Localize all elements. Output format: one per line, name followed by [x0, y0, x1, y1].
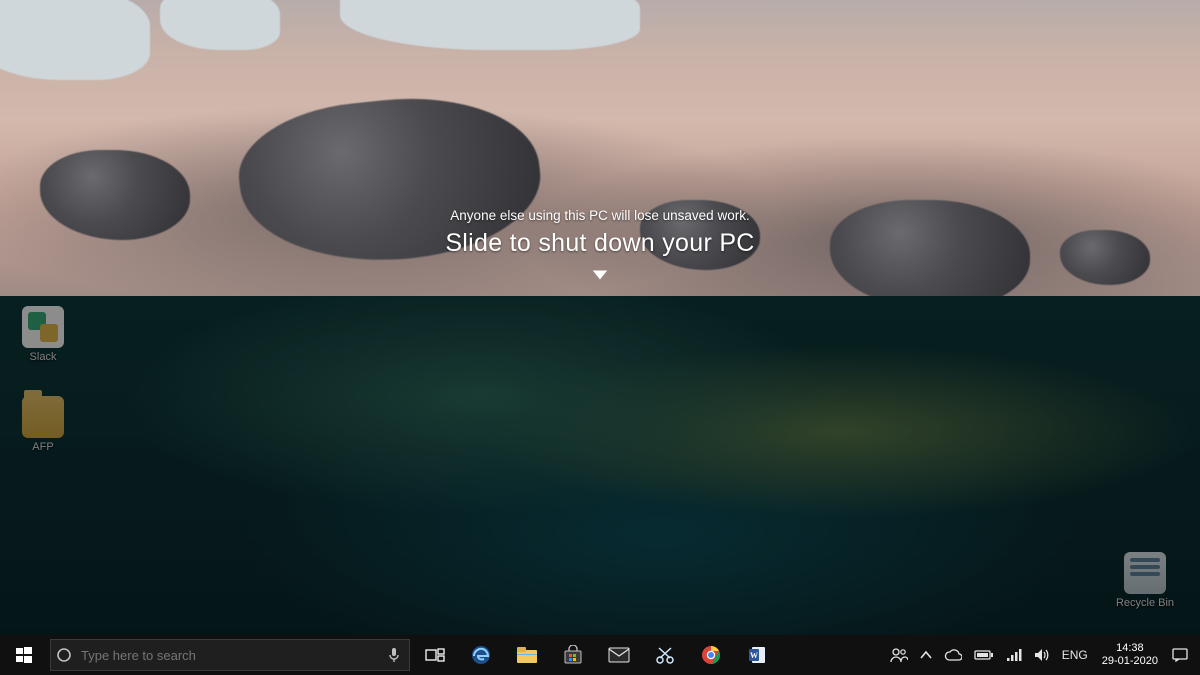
- word-button[interactable]: W: [734, 635, 780, 675]
- chrome-icon: [701, 645, 721, 665]
- desktop-icon-slack[interactable]: Slack: [10, 306, 76, 363]
- slack-icon: [22, 306, 64, 348]
- people-icon: [890, 647, 908, 663]
- tray-time: 14:38: [1116, 642, 1144, 655]
- system-tray: ENG 14:38 29-01-2020: [884, 635, 1200, 675]
- search-input[interactable]: [77, 640, 379, 670]
- mail-icon: [608, 647, 630, 663]
- chrome-button[interactable]: [688, 635, 734, 675]
- mail-button[interactable]: [596, 635, 642, 675]
- dim-overlay: [0, 296, 1200, 635]
- word-icon: W: [747, 645, 767, 665]
- taskbar: W: [0, 635, 1200, 675]
- file-explorer-icon: [516, 646, 538, 664]
- task-view-button[interactable]: [412, 635, 458, 675]
- tray-onedrive[interactable]: [938, 649, 968, 661]
- taskbar-search[interactable]: [50, 639, 410, 671]
- decorative-rock: [40, 150, 190, 240]
- windows-icon: [16, 647, 32, 663]
- task-view-icon: [425, 647, 445, 663]
- taskbar-pinned-apps: W: [412, 635, 780, 675]
- notification-icon: [1172, 648, 1188, 662]
- cloud-icon: [944, 649, 962, 661]
- decorative-rock: [830, 200, 1030, 310]
- edge-icon: [470, 644, 492, 666]
- snip-button[interactable]: [642, 635, 688, 675]
- tray-battery[interactable]: [968, 649, 1000, 661]
- folder-icon: [22, 396, 64, 438]
- desktop-icon-label: Slack: [10, 351, 76, 363]
- desktop[interactable]: Slack AFP Recycle Bin: [0, 296, 1200, 635]
- file-explorer-button[interactable]: [504, 635, 550, 675]
- decorative-rock: [160, 0, 280, 50]
- tray-language[interactable]: ENG: [1056, 648, 1094, 662]
- slide-to-shutdown-panel[interactable]: Anyone else using this PC will lose unsa…: [0, 0, 1200, 296]
- snip-icon: [655, 645, 675, 665]
- cortana-icon: [51, 647, 77, 663]
- shutdown-title-text: Slide to shut down your PC: [445, 229, 754, 258]
- desktop-icon-label: AFP: [10, 441, 76, 453]
- tray-overflow[interactable]: [914, 650, 938, 660]
- edge-button[interactable]: [458, 635, 504, 675]
- chevron-up-icon: [920, 650, 932, 660]
- tray-network[interactable]: [1000, 648, 1028, 662]
- desktop-icon-recycle-bin[interactable]: Recycle Bin: [1112, 552, 1178, 609]
- decorative-rock: [0, 0, 150, 80]
- recycle-bin-icon: [1124, 552, 1166, 594]
- tray-date: 29-01-2020: [1102, 655, 1158, 668]
- microphone-icon[interactable]: [379, 647, 409, 663]
- shutdown-warning-text: Anyone else using this PC will lose unsa…: [450, 208, 749, 223]
- action-center-button[interactable]: [1166, 648, 1194, 662]
- decorative-rock: [340, 0, 640, 50]
- tray-volume[interactable]: [1028, 648, 1056, 662]
- decorative-rock: [1060, 230, 1150, 285]
- chevron-down-icon: [591, 268, 609, 282]
- battery-icon: [974, 649, 994, 661]
- tray-people[interactable]: [884, 647, 914, 663]
- start-button[interactable]: [0, 635, 48, 675]
- tray-clock[interactable]: 14:38 29-01-2020: [1094, 642, 1166, 668]
- svg-text:W: W: [750, 651, 758, 660]
- wifi-icon: [1006, 648, 1022, 662]
- microsoft-store-button[interactable]: [550, 635, 596, 675]
- store-icon: [563, 645, 583, 665]
- volume-icon: [1034, 648, 1050, 662]
- desktop-icon-label: Recycle Bin: [1112, 597, 1178, 609]
- desktop-icon-afp-folder[interactable]: AFP: [10, 396, 76, 453]
